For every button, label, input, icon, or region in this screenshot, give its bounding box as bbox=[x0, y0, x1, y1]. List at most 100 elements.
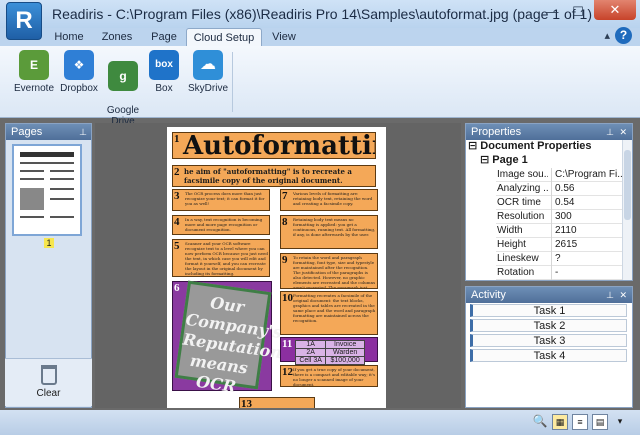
pin-icon[interactable]: ⊥ bbox=[606, 124, 614, 140]
task-item[interactable]: Task 1 bbox=[470, 304, 627, 317]
zone-7[interactable]: 7 Various levels of formatting are: reta… bbox=[280, 189, 378, 211]
properties-panel-title: Properties bbox=[471, 126, 522, 138]
task-item[interactable]: Task 4 bbox=[470, 349, 627, 362]
thumb-text bbox=[50, 178, 74, 180]
zone-8[interactable]: 8 Retaining body text means no formattin… bbox=[280, 215, 378, 249]
app-logo-icon[interactable]: R bbox=[6, 2, 42, 40]
document-page[interactable]: 1 Autoformatting 2 he aim of "autoformat… bbox=[167, 127, 386, 408]
property-row[interactable]: Width 2110 bbox=[496, 224, 630, 238]
zone-text: Various levels of formatting are: retain… bbox=[293, 191, 373, 206]
help-icon[interactable]: ? bbox=[615, 27, 632, 44]
clear-label: Clear bbox=[36, 388, 61, 399]
tab-home[interactable]: Home bbox=[50, 28, 88, 46]
zone-table: 1A Invoice 2A Warden Cell 3A $100,000 bbox=[294, 340, 365, 365]
evernote-icon: E bbox=[19, 50, 49, 80]
zone-11-table[interactable]: 11 1A Invoice 2A Warden Cell 3A $100,000 bbox=[280, 337, 378, 365]
property-row[interactable]: Rotation - bbox=[496, 266, 630, 280]
zone-4[interactable]: 4 In a way, text recognition is becoming… bbox=[172, 215, 270, 235]
title-bar: Readiris - C:\Program Files (x86)\Readir… bbox=[0, 0, 640, 28]
tab-view[interactable]: View bbox=[266, 28, 302, 46]
zone-image-content: Our Company's Reputation means OCR bbox=[174, 280, 283, 396]
evernote-button[interactable]: E Evernote bbox=[12, 50, 56, 94]
property-row[interactable]: OCR time 0.54 bbox=[496, 196, 630, 210]
google-drive-button[interactable]: g Google Drive bbox=[104, 50, 142, 127]
zone-number: 7 bbox=[282, 190, 288, 202]
zone-5[interactable]: 5 Scanner and your OCR software recogniz… bbox=[172, 239, 270, 277]
scrollbar-thumb[interactable] bbox=[624, 150, 631, 220]
property-row[interactable]: Height 2615 bbox=[496, 238, 630, 252]
trash-icon bbox=[40, 365, 57, 385]
table-cell: Warden bbox=[325, 348, 365, 357]
thumb-text bbox=[20, 170, 44, 172]
tab-page[interactable]: Page bbox=[146, 28, 182, 46]
property-row[interactable]: Image sou... C:\Program Fi... bbox=[496, 168, 630, 182]
page-number-badge: 1 bbox=[44, 238, 54, 248]
clear-button[interactable]: Clear bbox=[5, 358, 92, 406]
zone-9[interactable]: 9 To retain the word and paragraph forma… bbox=[280, 253, 378, 289]
zone-2[interactable]: 2 he aim of "autoformatting" is to recre… bbox=[172, 165, 376, 187]
box-button[interactable]: box Box bbox=[146, 50, 182, 94]
close-icon[interactable]: ✕ bbox=[619, 124, 627, 140]
window-title: Readiris - C:\Program Files (x86)\Readir… bbox=[52, 6, 592, 22]
pages-panel-title: Pages bbox=[11, 126, 43, 138]
property-category[interactable]: ⊟ Document Properties bbox=[468, 139, 592, 153]
ribbon-tabs: Home Zones Page Cloud Setup View bbox=[0, 28, 640, 46]
text-view-icon[interactable]: ≡ bbox=[572, 414, 588, 430]
evernote-label: Evernote bbox=[13, 83, 55, 94]
table-cell: 2A bbox=[294, 348, 327, 357]
dropbox-button[interactable]: ❖ Dropbox bbox=[58, 50, 100, 94]
zone-10[interactable]: 10 Formatting recreates a facsimile of t… bbox=[280, 291, 378, 335]
close-icon[interactable]: ✕ bbox=[619, 287, 627, 303]
zone-6-image[interactable]: 6 Our Company's Reputation means OCR bbox=[172, 280, 283, 396]
thumb-image bbox=[20, 188, 44, 210]
zone-text: The OCR process does more than just reco… bbox=[185, 191, 265, 206]
pin-icon[interactable]: ⊥ bbox=[79, 124, 87, 140]
property-key: Analyzing ... bbox=[497, 183, 548, 194]
property-row[interactable]: Lineskew? bbox=[496, 252, 630, 266]
page-view-icon[interactable]: ▦ bbox=[552, 414, 568, 430]
zone-text: he aim of "autoformatting" is to recreat… bbox=[184, 167, 352, 185]
pin-icon[interactable]: ⊥ bbox=[606, 287, 614, 303]
zoom-icon[interactable]: 🔍 bbox=[532, 414, 548, 430]
zone-1[interactable]: 1 Autoformatting bbox=[172, 132, 376, 159]
collapse-icon[interactable]: ⊟ bbox=[480, 154, 489, 166]
zone-number: 8 bbox=[282, 216, 288, 228]
zone-number: 1 bbox=[174, 133, 180, 145]
dropdown-icon[interactable]: ▾ bbox=[612, 414, 628, 430]
zone-3[interactable]: 3 The OCR process does more than just re… bbox=[172, 189, 270, 211]
pages-panel-header: Pages ⊥ bbox=[6, 124, 91, 140]
maximize-button[interactable]: ☐ bbox=[566, 3, 590, 21]
zone-text: In a way, text recognition is becoming m… bbox=[185, 217, 263, 232]
properties-panel-header: Properties ⊥ ✕ bbox=[466, 124, 632, 140]
page-thumbnail[interactable] bbox=[12, 144, 82, 236]
skydrive-button[interactable]: ☁ SkyDrive bbox=[188, 50, 228, 94]
property-key: Height bbox=[497, 239, 526, 250]
tab-cloud-setup[interactable]: Cloud Setup bbox=[186, 28, 262, 46]
close-button[interactable]: ✕ bbox=[594, 0, 636, 20]
zone-text: Retaining body text means no formatting … bbox=[293, 217, 376, 237]
minimize-button[interactable]: — bbox=[540, 3, 564, 21]
zone-number: 11 bbox=[282, 338, 293, 350]
task-item[interactable]: Task 3 bbox=[470, 334, 627, 347]
collapse-icon[interactable]: ⊟ bbox=[468, 140, 477, 152]
zone-text: Formatting recreates a facsimile of the … bbox=[293, 293, 376, 323]
property-value: C:\Program Fi... bbox=[551, 168, 630, 182]
document-view-icon[interactable]: ▤ bbox=[592, 414, 608, 430]
task-item[interactable]: Task 2 bbox=[470, 319, 627, 332]
table-cell: 1A bbox=[294, 340, 327, 349]
property-value: 2110 bbox=[551, 224, 630, 238]
properties-scrollbar[interactable] bbox=[622, 140, 632, 280]
dropbox-icon: ❖ bbox=[64, 50, 94, 80]
thumb-text bbox=[20, 216, 44, 218]
zone-12[interactable]: 12 If you get a true copy of your docume… bbox=[280, 365, 378, 387]
zone-text: If you get a true copy of your document,… bbox=[293, 367, 376, 387]
ribbon-panel: E Evernote ❖ Dropbox g Google Drive box … bbox=[0, 46, 640, 127]
thumb-text bbox=[20, 178, 44, 180]
property-row[interactable]: Resolution 300 bbox=[496, 210, 630, 224]
tab-zones[interactable]: Zones bbox=[96, 28, 138, 46]
property-row[interactable]: Analyzing ... 0.56 bbox=[496, 182, 630, 196]
property-subcategory[interactable]: ⊟ Page 1 bbox=[480, 153, 528, 167]
ribbon-collapse-icon[interactable]: ▴ bbox=[604, 29, 610, 42]
zone-13[interactable]: 13 bbox=[239, 397, 315, 408]
property-value: 0.54 bbox=[551, 196, 630, 210]
